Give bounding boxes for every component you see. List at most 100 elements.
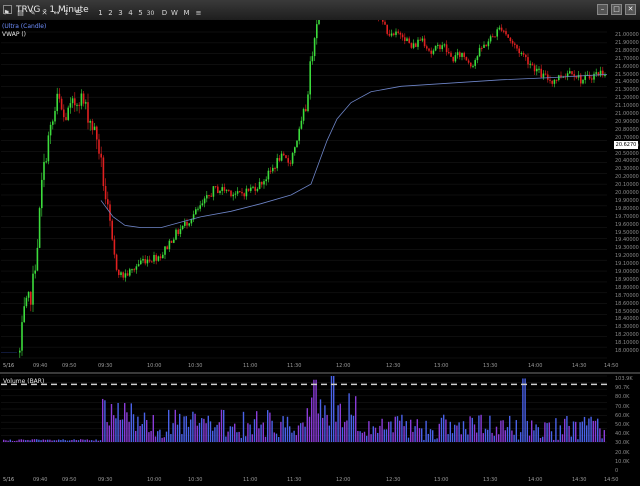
toolbar-button-13[interactable]: D — [160, 9, 169, 18]
candle-body — [285, 155, 287, 159]
price-chart[interactable] — [1, 20, 639, 372]
toolbar-button-5[interactable]: ↕ — [62, 9, 71, 18]
toolbar-button-0[interactable]: ⚑ — [2, 9, 11, 18]
volume-bar — [203, 418, 205, 442]
volume-bar — [588, 418, 590, 442]
candle-body — [217, 186, 219, 193]
volume-bar — [7, 440, 9, 442]
toolbar-button-4[interactable]: ↔ — [52, 9, 61, 18]
price-tick-label: 19.80000 — [615, 205, 639, 212]
volume-bar — [416, 419, 418, 442]
toolbar-button-10[interactable]: 4 — [126, 9, 135, 18]
volume-bar — [590, 416, 592, 442]
volume-bar — [346, 420, 348, 442]
candle-body — [318, 20, 320, 25]
maximize-button[interactable]: □ — [611, 4, 622, 15]
volume-bar — [260, 424, 262, 442]
candle-body — [164, 246, 166, 255]
candle-body — [474, 60, 476, 66]
volume-bar — [467, 434, 469, 442]
candle-body — [118, 269, 120, 275]
volume-bar — [205, 423, 207, 442]
volume-bar — [418, 428, 421, 442]
candle-body — [21, 322, 23, 351]
candle-body — [397, 31, 399, 33]
candle-body — [120, 272, 122, 275]
volume-bar — [304, 426, 306, 442]
indicator-label: (Ultra (Candle) — [2, 23, 47, 30]
volume-bar — [207, 415, 209, 442]
volume-bar — [300, 423, 302, 442]
volume-bar — [469, 416, 471, 442]
volume-bar — [27, 439, 29, 442]
volume-bar — [579, 422, 581, 442]
candle-body — [498, 27, 501, 30]
volume-bar — [539, 437, 542, 442]
volume-bar — [104, 400, 106, 442]
candle-body — [82, 93, 85, 104]
volume-bar — [335, 421, 337, 442]
candle-body — [135, 266, 138, 270]
candle-body — [525, 54, 527, 58]
candle-body — [386, 24, 388, 34]
toolbar-button-2[interactable]: ✎ — [28, 9, 37, 18]
volume-bar — [190, 419, 192, 442]
volume-chart[interactable] — [1, 374, 639, 486]
candle-body — [63, 109, 65, 118]
toolbar-button-9[interactable]: 3 — [116, 9, 125, 18]
candle-body — [547, 74, 549, 80]
volume-bar — [425, 420, 427, 442]
candle-body — [494, 36, 496, 38]
volume-tick-label: 60.0K — [615, 412, 630, 419]
candle-body — [170, 240, 173, 243]
time-tick-label: 10:00 — [147, 363, 162, 369]
close-button[interactable]: ✕ — [625, 4, 636, 15]
candle-body — [87, 102, 89, 123]
candle-body — [214, 186, 217, 188]
toolbar-button-7[interactable]: 1 — [96, 9, 105, 18]
toolbar-button-16[interactable]: ≡ — [194, 9, 203, 18]
candle-body — [188, 223, 190, 226]
volume-bar — [176, 424, 179, 442]
price-pane[interactable]: (Ultra (Candle) VWAP () 5/16 — [1, 20, 639, 372]
volume-bar — [381, 418, 383, 442]
volume-bar — [491, 432, 493, 442]
volume-bar — [553, 439, 555, 442]
price-tick-label: 18.20000 — [615, 332, 639, 339]
volume-pane[interactable]: Volume (BAR) 5/16 — [1, 374, 639, 486]
candle-body — [518, 48, 520, 54]
volume-bar — [445, 419, 447, 442]
toolbar-button-12[interactable]: 30 — [146, 9, 155, 18]
minimize-button[interactable]: – — [597, 4, 608, 15]
volume-bar — [152, 414, 154, 442]
toolbar-button-11[interactable]: 5 — [136, 9, 145, 18]
volume-bar — [555, 418, 557, 442]
candle-body — [140, 260, 142, 265]
price-tick-label: 20.50000 — [615, 150, 639, 157]
time-tick-label: 09:50 — [62, 477, 77, 483]
candle-body — [437, 44, 439, 46]
volume-bar — [383, 429, 385, 442]
time-tick-label: 11:00 — [243, 477, 258, 483]
volume-bar — [465, 429, 467, 442]
toolbar-button-6[interactable]: ☰ — [74, 9, 83, 18]
candle-body — [549, 79, 551, 81]
volume-bar — [267, 410, 269, 442]
volume-bar — [88, 440, 91, 442]
toolbar-button-8[interactable]: 2 — [106, 9, 115, 18]
toolbar-button-14[interactable]: W — [170, 9, 179, 18]
toolbar-button-1[interactable]: ▤ — [16, 9, 25, 18]
toolbar-button-3[interactable]: ✕ — [40, 9, 49, 18]
price-x-date: 5/16 — [3, 363, 15, 369]
candle-body — [96, 126, 98, 140]
candle-body — [307, 94, 309, 112]
volume-bar — [561, 434, 564, 442]
volume-bar — [22, 439, 25, 442]
volume-bar — [150, 430, 152, 442]
volume-bar — [29, 440, 31, 442]
toolbar-button-15[interactable]: M — [182, 9, 191, 18]
time-tick-label: 09:40 — [33, 363, 48, 369]
candle-body — [384, 21, 386, 25]
volume-bar — [163, 437, 165, 442]
price-tick-label: 21.00000 — [615, 32, 639, 38]
